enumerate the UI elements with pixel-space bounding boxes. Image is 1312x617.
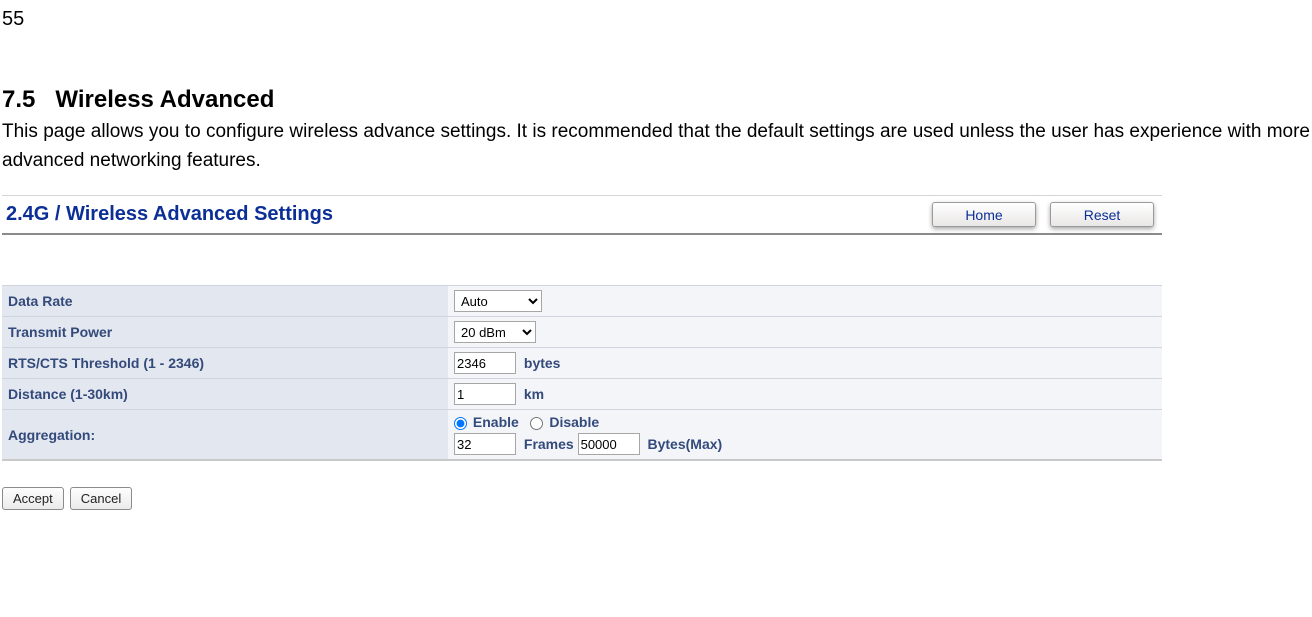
page-number: 55 [0, 0, 1312, 31]
label-bytes-max: Bytes(Max) [647, 436, 722, 452]
section-description: This page allows you to configure wirele… [0, 118, 1312, 193]
label-distance: Distance (1-30km) [2, 379, 448, 410]
row-aggregation: Aggregation: Enable Disable Frames Bytes… [2, 410, 1162, 461]
label-rts: RTS/CTS Threshold (1 - 2346) [2, 348, 448, 379]
section-title: Wireless Advanced [55, 86, 274, 113]
input-aggregation-bytes[interactable] [578, 433, 640, 455]
label-frames: Frames [524, 436, 574, 452]
unit-distance: km [524, 386, 544, 402]
settings-table: Data Rate Auto Transmit Power 20 dBm RTS… [2, 285, 1162, 461]
section-heading: 7.5 Wireless Advanced [0, 31, 1312, 118]
radio-aggregation-disable[interactable] [530, 417, 543, 430]
radio-aggregation-enable[interactable] [454, 417, 467, 430]
panel-title-row: 2.4G / Wireless Advanced Settings Home R… [2, 196, 1162, 235]
reset-button[interactable]: Reset [1050, 202, 1154, 227]
unit-rts: bytes [524, 355, 561, 371]
radio-label-disable: Disable [549, 414, 599, 430]
label-transmit-power: Transmit Power [2, 317, 448, 348]
cancel-button[interactable]: Cancel [70, 487, 132, 510]
row-distance: Distance (1-30km) km [2, 379, 1162, 410]
input-distance[interactable] [454, 383, 516, 405]
home-button[interactable]: Home [932, 202, 1036, 227]
row-data-rate: Data Rate Auto [2, 286, 1162, 317]
accept-button[interactable]: Accept [2, 487, 64, 510]
radio-label-enable: Enable [473, 414, 519, 430]
label-data-rate: Data Rate [2, 286, 448, 317]
row-transmit-power: Transmit Power 20 dBm [2, 317, 1162, 348]
select-transmit-power[interactable]: 20 dBm [454, 321, 536, 343]
row-rts: RTS/CTS Threshold (1 - 2346) bytes [2, 348, 1162, 379]
input-rts[interactable] [454, 352, 516, 374]
panel-title: 2.4G / Wireless Advanced Settings [6, 203, 932, 226]
section-number: 7.5 [2, 86, 35, 113]
settings-panel: 2.4G / Wireless Advanced Settings Home R… [2, 195, 1162, 510]
label-aggregation: Aggregation: [2, 410, 448, 461]
select-data-rate[interactable]: Auto [454, 290, 542, 312]
input-aggregation-frames[interactable] [454, 433, 516, 455]
